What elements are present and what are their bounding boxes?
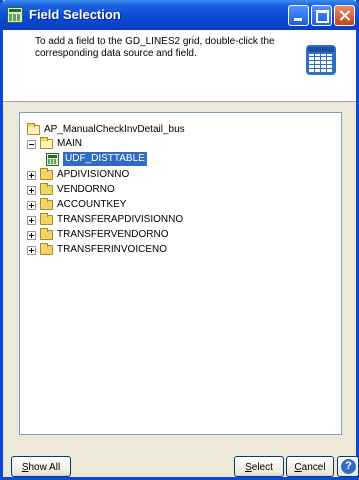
folder-icon	[40, 168, 53, 180]
tree-node-label: APDIVISIONNO	[57, 169, 130, 180]
open-folder-icon	[27, 123, 40, 135]
tree-node-label: MAIN	[57, 138, 82, 149]
cancel-label: ancel	[301, 462, 326, 473]
expand-icon[interactable]	[27, 186, 36, 195]
tree-node-label: VENDORNO	[57, 184, 115, 195]
folder-icon	[40, 183, 53, 195]
expand-icon[interactable]	[27, 246, 36, 255]
expand-icon[interactable]	[27, 171, 36, 180]
open-folder-icon	[40, 137, 53, 149]
cancel-button[interactable]: Cancel	[286, 456, 334, 477]
tree-node-label: TRANSFERVENDORNO	[57, 229, 169, 240]
field-table-icon	[46, 153, 59, 166]
folder-icon	[40, 213, 53, 225]
select-label: elect	[251, 462, 273, 473]
folder-icon	[40, 198, 53, 210]
data-source-tree[interactable]: AP_ManualCheckInvDetail_bus MAIN UDF_DIS…	[19, 112, 342, 435]
maximize-button[interactable]	[311, 5, 332, 26]
grid-icon	[306, 45, 336, 75]
field-selection-dialog: Field Selection To add a field to the GD…	[0, 0, 359, 480]
dialog-header: To add a field to the GD_LINES2 grid, do…	[3, 30, 356, 102]
tree-node-label: UDF_DISTTABLE	[63, 152, 147, 166]
expand-icon[interactable]	[27, 216, 36, 225]
tree-node-label: TRANSFERAPDIVISIONNO	[57, 214, 184, 225]
tree-node-label: ACCOUNTKEY	[57, 199, 127, 210]
expand-icon[interactable]	[27, 231, 36, 240]
window-title: Field Selection	[29, 7, 121, 22]
instructions-text: To add a field to the GD_LINES2 grid, do…	[35, 36, 275, 59]
grid-app-icon	[7, 7, 23, 23]
tree-root-label: AP_ManualCheckInvDetail_bus	[44, 124, 185, 135]
select-button[interactable]: Select	[234, 456, 284, 477]
help-icon: ?	[341, 459, 356, 474]
minimize-button[interactable]	[288, 5, 309, 26]
show-all-button[interactable]: Show All	[11, 456, 71, 477]
select-mnemonic: S	[245, 462, 252, 473]
close-button[interactable]	[334, 5, 355, 26]
cancel-mnemonic: C	[294, 462, 302, 473]
tree-node-label: TRANSFERINVOICENO	[57, 244, 168, 255]
collapse-icon[interactable]	[27, 140, 36, 149]
folder-icon	[40, 228, 53, 240]
help-button[interactable]: ?	[337, 456, 359, 477]
show-all-label: how All	[28, 462, 61, 473]
expand-icon[interactable]	[27, 201, 36, 210]
title-bar[interactable]: Field Selection	[0, 0, 359, 30]
folder-icon	[40, 243, 53, 255]
